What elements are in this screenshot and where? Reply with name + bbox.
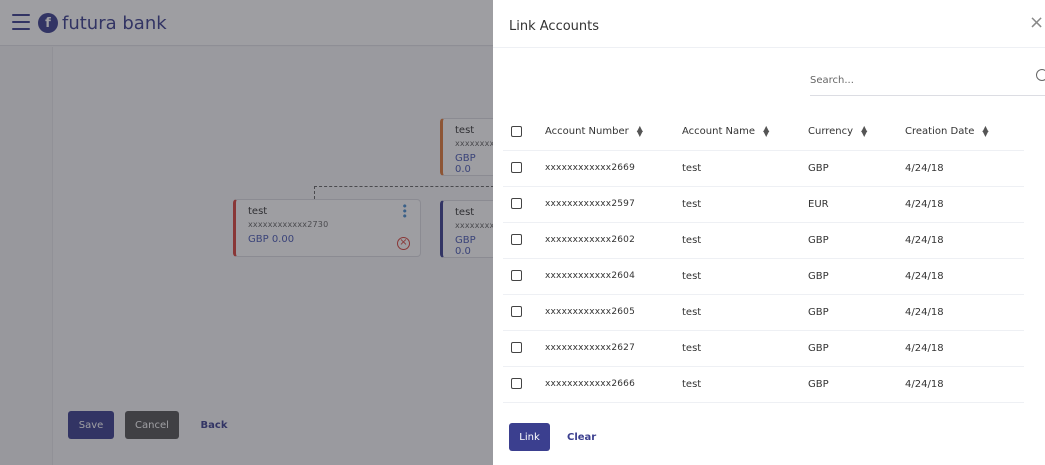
account-number-cell: xxxxxxxxxxxx2602 [545,222,682,259]
row-checkbox[interactable] [511,198,522,210]
row-select-cell [503,330,545,367]
account-number-cell: xxxxxxxxxxxx2627 [545,330,682,367]
row-checkbox[interactable] [511,342,522,354]
panel-title: Link Accounts [509,19,600,34]
table-row[interactable]: xxxxxxxxxxxx2669 test GBP 4/24/18 [503,150,1024,187]
row-checkbox[interactable] [511,270,522,282]
row-checkbox[interactable] [511,378,522,390]
sort-icon[interactable]: ▲ ▼ [982,125,988,138]
sort-icon[interactable]: ▲ ▼ [763,125,769,138]
column-label: Account Name [682,126,756,138]
row-select-cell [503,258,545,295]
clear-button[interactable]: Clear [567,423,596,451]
currency-cell: GBP [808,258,905,295]
column-header-account-number[interactable]: Account Number ▲ ▼ [545,114,682,151]
currency-cell: EUR [808,186,905,223]
select-all-cell [503,114,545,151]
creation-date-cell: 4/24/18 [905,294,1024,331]
row-checkbox[interactable] [511,306,522,318]
creation-date-cell: 4/24/18 [905,186,1024,223]
account-name-cell: test [682,150,808,187]
column-label: Currency [808,126,854,138]
link-accounts-panel: Link Accounts × Account Number ▲▼ Account… [493,0,1045,465]
account-name-cell: test [682,258,808,295]
table-row[interactable]: xxxxxxxxxxxx2604 test GBP 4/24/18 [503,258,1024,295]
currency-cell: GBP [808,366,905,403]
table-row[interactable]: xxxxxxxxxxxx2605 test GBP 4/24/18 [503,294,1024,331]
creation-date-cell: 4/24/18 [905,330,1024,367]
sort-icon[interactable]: ▲ ▼ [861,125,867,138]
table-row[interactable]: xxxxxxxxxxxx2597 test EUR 4/24/18 [503,186,1024,223]
account-number-cell: xxxxxxxxxxxx2666 [545,366,682,403]
account-name-cell: test [682,186,808,223]
row-select-cell [503,294,545,331]
modal-overlay[interactable] [0,0,493,465]
creation-date-cell: 4/24/18 [905,150,1024,187]
column-label: Account Number [545,126,629,138]
column-header-account-name[interactable]: Account Name ▲ ▼ [682,114,808,151]
row-select-cell [503,222,545,259]
account-name-cell: test [682,294,808,331]
account-name-cell: test [682,222,808,259]
row-checkbox[interactable] [511,162,522,174]
divider [493,47,1045,48]
account-number-cell: xxxxxxxxxxxx2597 [545,186,682,223]
creation-date-cell: 4/24/18 [905,222,1024,259]
account-name-cell: test [682,366,808,403]
account-name-cell: test [682,330,808,367]
close-icon[interactable]: × [1029,14,1044,32]
creation-date-cell: 4/24/18 [905,366,1024,403]
table-header-row: Account Number ▲ ▼ Account Name ▲ ▼ Currency… [503,114,1024,151]
row-checkbox[interactable] [511,234,522,246]
row-select-cell [503,366,545,403]
row-select-cell [503,186,545,223]
currency-cell: GBP [808,294,905,331]
account-number-cell: xxxxxxxxxxxx2605 [545,294,682,331]
currency-cell: GBP [808,222,905,259]
column-header-creation-date[interactable]: Creation Date ▲ ▼ [905,114,1024,151]
link-button[interactable]: Link [509,423,550,451]
accounts-table: Account Number ▲ ▼ Account Name ▲ ▼ Currency… [503,114,1024,403]
search-box [810,66,1045,96]
account-number-cell: xxxxxxxxxxxx2669 [545,150,682,187]
table-row[interactable]: xxxxxxxxxxxx2627 test GBP 4/24/18 [503,330,1024,367]
table-row[interactable]: xxxxxxxxxxxx2666 test GBP 4/24/18 [503,366,1024,403]
table-row[interactable]: xxxxxxxxxxxx2602 test GBP 4/24/18 [503,222,1024,259]
currency-cell: GBP [808,150,905,187]
search-input[interactable] [810,66,1020,95]
select-all-checkbox[interactable] [511,126,522,137]
search-icon[interactable] [1036,69,1045,81]
account-number-cell: xxxxxxxxxxxx2604 [545,258,682,295]
creation-date-cell: 4/24/18 [905,258,1024,295]
column-header-currency[interactable]: Currency ▲ ▼ [808,114,905,151]
column-label: Creation Date [905,126,975,138]
currency-cell: GBP [808,330,905,367]
sort-icon[interactable]: ▲ ▼ [637,125,643,138]
row-select-cell [503,150,545,187]
